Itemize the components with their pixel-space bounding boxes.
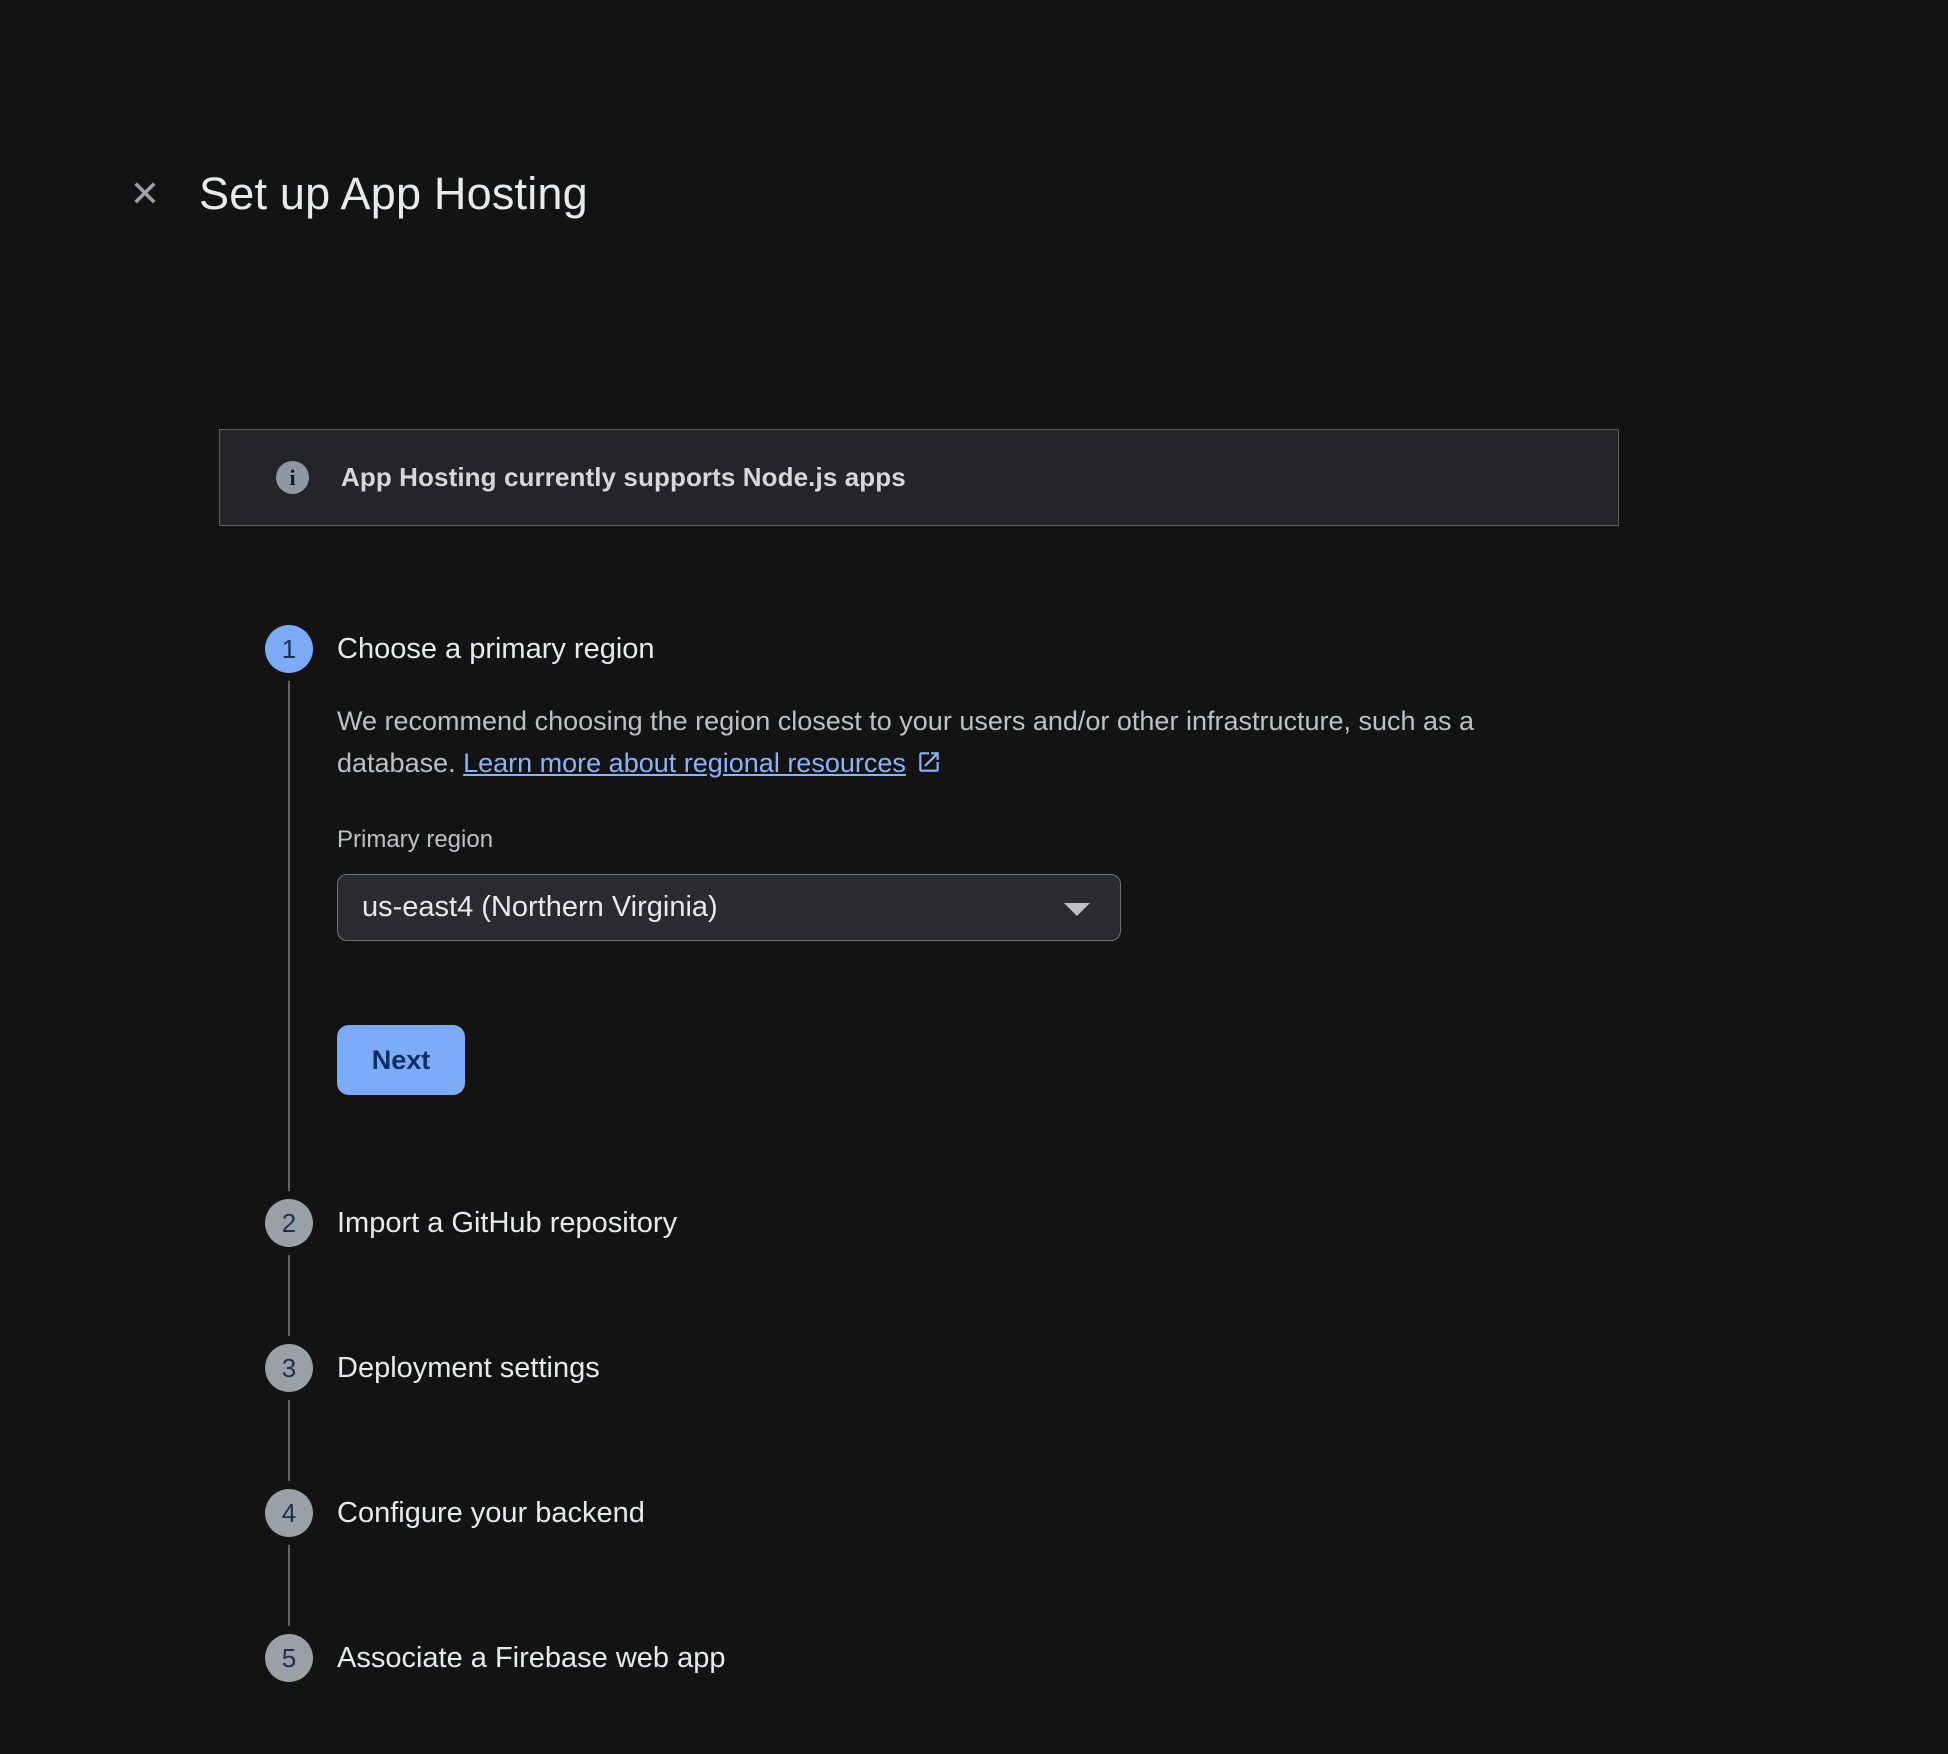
dropdown-arrow-icon — [1064, 903, 1090, 916]
step-1-body: Choose a primary region We recommend cho… — [337, 625, 1948, 1199]
step-3-indicator: 3 — [265, 1344, 313, 1392]
step-2-rail: 2 — [265, 1199, 313, 1344]
step-5-body: Associate a Firebase web app — [337, 1634, 1948, 1682]
primary-region-select[interactable]: us-east4 (Northern Virginia) — [337, 874, 1121, 941]
step-1-indicator: 1 — [265, 625, 313, 673]
step-connector-line — [288, 1255, 290, 1336]
page-title: Set up App Hosting — [199, 168, 588, 220]
step-3-label: Deployment settings — [337, 1344, 1948, 1392]
setup-app-hosting-page: ✕ Set up App Hosting i App Hosting curre… — [0, 0, 1948, 1754]
info-icon: i — [276, 461, 309, 494]
primary-region-value: us-east4 (Northern Virginia) — [362, 891, 718, 924]
step-3-rail: 3 — [265, 1344, 313, 1489]
banner-text: App Hosting currently supports Node.js a… — [341, 462, 906, 493]
external-link-icon — [916, 749, 942, 775]
step-connector-line — [288, 1545, 290, 1626]
step-3-body: Deployment settings — [337, 1344, 1948, 1489]
step-5-rail: 5 — [265, 1634, 313, 1682]
step-connector-line — [288, 1400, 290, 1481]
next-button[interactable]: Next — [337, 1025, 465, 1095]
step-4-body: Configure your backend — [337, 1489, 1948, 1634]
step-1: 1 Choose a primary region We recommend c… — [265, 625, 1948, 1199]
primary-region-label: Primary region — [337, 826, 1948, 854]
page-header: ✕ Set up App Hosting — [119, 0, 1948, 250]
step-5-indicator: 5 — [265, 1634, 313, 1682]
step-1-rail: 1 — [265, 625, 313, 1199]
step-2-label: Import a GitHub repository — [337, 1199, 1948, 1247]
step-4-rail: 4 — [265, 1489, 313, 1634]
step-3: 3 Deployment settings — [265, 1344, 1948, 1489]
step-1-label: Choose a primary region — [337, 625, 1948, 673]
step-5: 5 Associate a Firebase web app — [265, 1634, 1948, 1682]
info-banner: i App Hosting currently supports Node.js… — [219, 429, 1619, 526]
region-description: We recommend choosing the region closest… — [337, 700, 1587, 784]
step-2-body: Import a GitHub repository — [337, 1199, 1948, 1344]
step-2-indicator: 2 — [265, 1199, 313, 1247]
learn-more-link-text: Learn more about regional resources — [463, 748, 906, 778]
step-2: 2 Import a GitHub repository — [265, 1199, 1948, 1344]
step-4: 4 Configure your backend — [265, 1489, 1948, 1634]
close-icon: ✕ — [130, 176, 160, 212]
step-connector-line — [288, 681, 290, 1191]
learn-more-link[interactable]: Learn more about regional resources — [463, 748, 942, 778]
step-4-indicator: 4 — [265, 1489, 313, 1537]
stepper: 1 Choose a primary region We recommend c… — [265, 625, 1948, 1682]
step-4-label: Configure your backend — [337, 1489, 1948, 1537]
step-1-content: We recommend choosing the region closest… — [337, 700, 1948, 1199]
step-5-label: Associate a Firebase web app — [337, 1634, 1948, 1682]
close-button[interactable]: ✕ — [119, 168, 171, 220]
